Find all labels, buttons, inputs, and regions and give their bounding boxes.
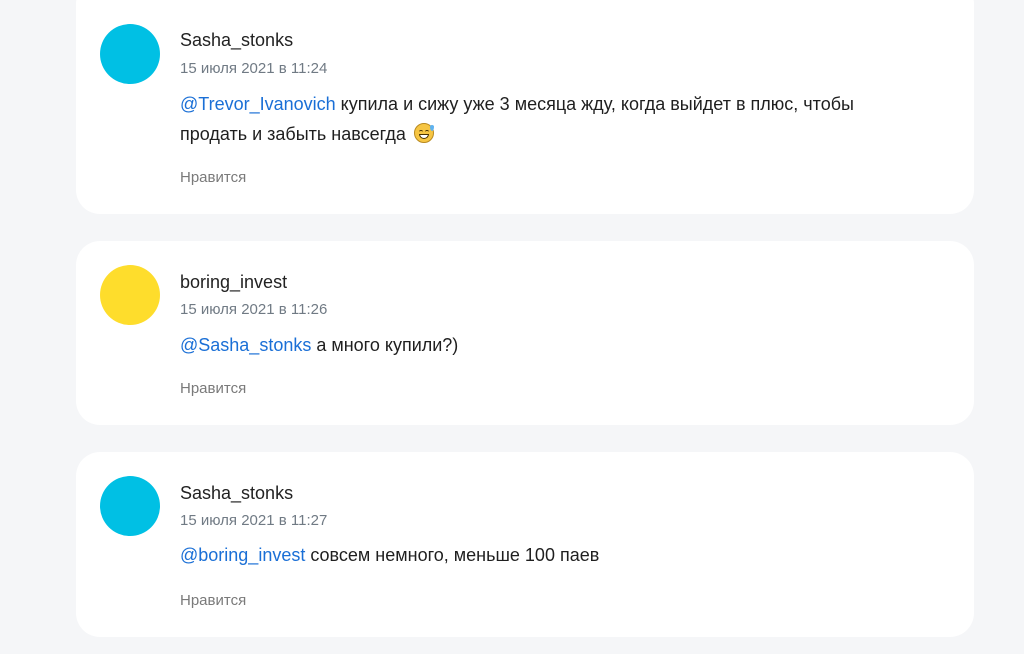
comment-text: @Trevor_Ivanovich купила и сижу уже 3 ме…: [180, 89, 920, 149]
comment-author[interactable]: Sasha_stonks: [180, 483, 293, 504]
comment-text: @boring_invest совсем немного, меньше 10…: [180, 540, 920, 570]
mention-link[interactable]: @boring_invest: [180, 545, 305, 565]
avatar[interactable]: [100, 24, 160, 84]
mention-link[interactable]: @Sasha_stonks: [180, 335, 311, 355]
avatar[interactable]: [100, 265, 160, 325]
mention-link[interactable]: @Trevor_Ivanovich: [180, 94, 336, 114]
comment-timestamp: 15 июля 2021 в 11:26: [180, 301, 328, 318]
comment-text-body: совсем немного, меньше 100 паев: [305, 545, 600, 565]
comment-card: Sasha_stonks 15 июля 2021 в 11:27 @borin…: [76, 452, 974, 637]
comment-author[interactable]: Sasha_stonks: [180, 30, 293, 51]
comment-card: Sasha_stonks 15 июля 2021 в 11:24 @Trevo…: [76, 0, 974, 214]
comment-card: boring_invest 15 июля 2021 в 11:26 @Sash…: [76, 241, 974, 425]
comments-feed: Sasha_stonks 15 июля 2021 в 11:24 @Trevo…: [0, 0, 1024, 654]
comment-timestamp: 15 июля 2021 в 11:24: [180, 60, 328, 77]
comment-text-body: а много купили?): [311, 335, 459, 355]
like-button[interactable]: Нравится: [180, 592, 246, 609]
comment-text-line1: купила и сижу уже 3 месяца жду, когда вы…: [335, 94, 854, 114]
grinning-face-with-sweat-icon: [413, 123, 434, 143]
avatar[interactable]: [100, 476, 160, 536]
comment-author[interactable]: boring_invest: [180, 272, 287, 293]
like-button[interactable]: Нравится: [180, 380, 246, 397]
comment-text: @Sasha_stonks а много купили?): [180, 330, 920, 360]
comment-text-line2: продать и забыть навсегда: [180, 124, 411, 144]
comment-timestamp: 15 июля 2021 в 11:27: [180, 512, 328, 529]
like-button[interactable]: Нравится: [180, 169, 246, 186]
